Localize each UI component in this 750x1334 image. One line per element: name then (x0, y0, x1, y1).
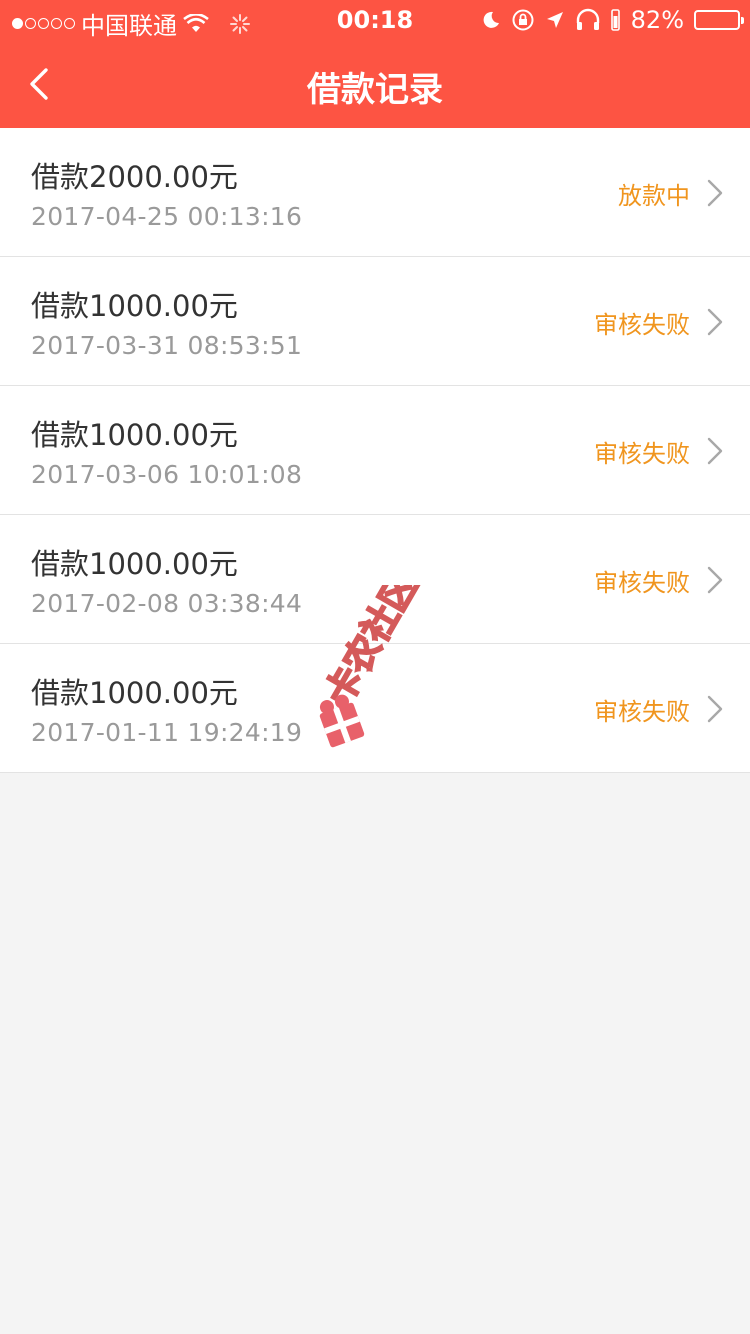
loan-record-item[interactable]: 借款1000.00元 2017-01-11 19:24:19 审核失败 (0, 644, 750, 773)
loan-record-item[interactable]: 借款2000.00元 2017-04-25 00:13:16 放款中 (0, 128, 750, 257)
chevron-right-icon (707, 437, 723, 465)
loan-date: 2017-01-11 19:24:19 (31, 718, 303, 747)
navigation-bar: 借款记录 (0, 40, 750, 128)
loan-amount: 借款2000.00元 (31, 160, 238, 194)
page-title: 借款记录 (307, 70, 443, 110)
loan-status: 审核失败 (594, 311, 690, 339)
chevron-right-icon (707, 179, 723, 207)
rotation-lock-icon (512, 9, 534, 31)
status-bar: 中国联通 00:18 82% (0, 0, 750, 40)
location-arrow-icon (546, 12, 563, 28)
app-header: 中国联通 00:18 82% 借款记录 (0, 0, 750, 128)
loan-record-item[interactable]: 借款1000.00元 2017-03-06 10:01:08 审核失败 (0, 386, 750, 515)
chevron-right-icon (707, 308, 723, 336)
loan-amount: 借款1000.00元 (31, 418, 238, 452)
moon-icon (483, 11, 499, 28)
loan-status: 审核失败 (594, 569, 690, 597)
loan-date: 2017-03-31 08:53:51 (31, 331, 303, 360)
battery-charge-icon (610, 9, 620, 31)
loan-status: 审核失败 (594, 440, 690, 468)
loan-amount: 借款1000.00元 (31, 547, 238, 581)
headphones-icon (576, 8, 599, 30)
loan-record-item[interactable]: 借款1000.00元 2017-03-31 08:53:51 审核失败 (0, 257, 750, 386)
loan-status: 审核失败 (594, 698, 690, 726)
chevron-right-icon (707, 695, 723, 723)
battery-percentage: 82% (630, 6, 684, 34)
loan-date: 2017-04-25 00:13:16 (31, 202, 303, 231)
loan-date: 2017-02-08 03:38:44 (31, 589, 303, 618)
battery-icon (694, 10, 744, 30)
loan-amount: 借款1000.00元 (31, 676, 238, 710)
loan-date: 2017-03-06 10:01:08 (31, 460, 303, 489)
loan-record-item[interactable]: 借款1000.00元 2017-02-08 03:38:44 审核失败 (0, 515, 750, 644)
loan-record-list: 借款2000.00元 2017-04-25 00:13:16 放款中 借款100… (0, 128, 750, 773)
loan-amount: 借款1000.00元 (31, 289, 238, 323)
loan-status: 放款中 (618, 182, 690, 210)
chevron-right-icon (707, 566, 723, 594)
